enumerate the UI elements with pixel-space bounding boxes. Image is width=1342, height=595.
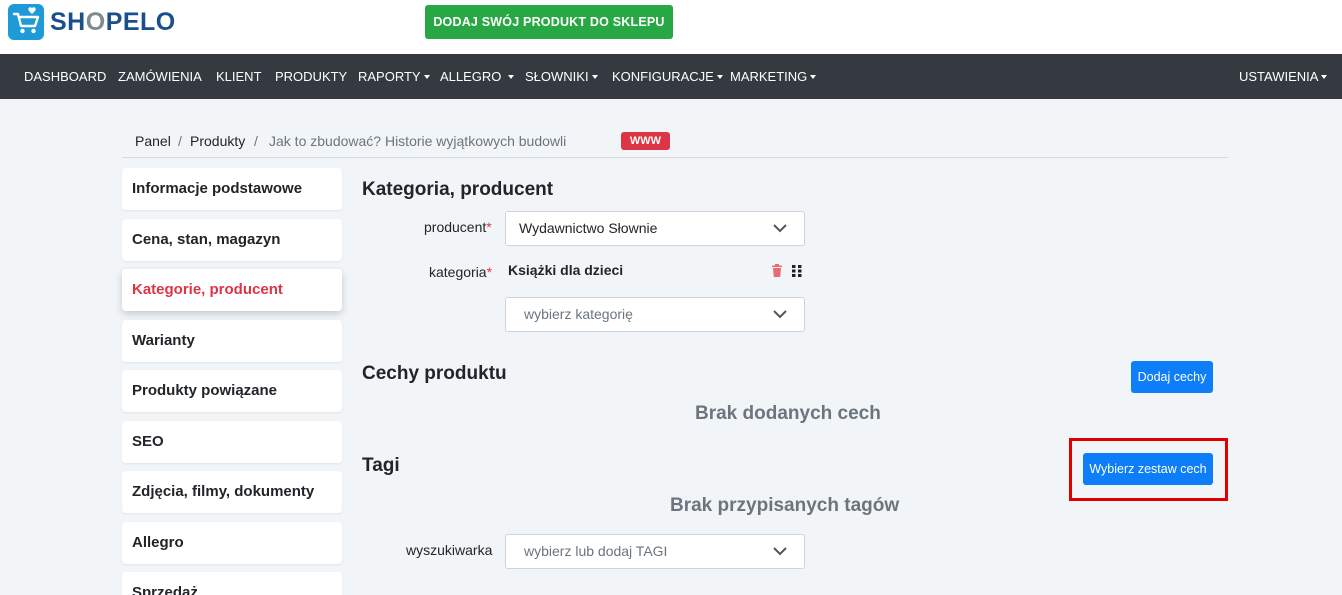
kategoria-select[interactable]: wybierz kategorię	[505, 297, 805, 332]
sidebar-item-informacje[interactable]: Informacje podstawowe	[122, 168, 342, 210]
nav-raporty[interactable]: RAPORTY	[358, 54, 430, 99]
caret-down-icon	[423, 75, 430, 79]
nav-marketing[interactable]: MARKETING	[730, 54, 817, 99]
nav-klient[interactable]: KLIENT	[216, 54, 262, 99]
caret-down-icon	[1321, 75, 1328, 79]
sidebar-item-label: Informacje podstawowe	[132, 180, 303, 197]
sidebar-item-label: Sprzedaż	[132, 584, 198, 595]
nav-allegro[interactable]: ALLEGRO	[440, 54, 515, 99]
trash-icon[interactable]	[771, 264, 783, 277]
caret-down-icon	[508, 75, 515, 79]
brand-name: SHOPELO	[50, 7, 176, 36]
sidebar-item-label: Cena, stan, magazyn	[132, 231, 281, 248]
sidebar-item-label: Warianty	[132, 332, 195, 349]
nav-ustawienia[interactable]: USTAWIENIA	[1239, 54, 1328, 99]
nav-produkty[interactable]: PRODUKTY	[275, 54, 347, 99]
nav-konfiguracje[interactable]: KONFIGURACJE	[612, 54, 723, 99]
add-features-button[interactable]: Dodaj cechy	[1131, 361, 1213, 393]
kategoria-label: kategoria*	[429, 264, 493, 280]
section-title-kategoria: Kategoria, producent	[362, 179, 554, 200]
sidebar-item-warianty[interactable]: Warianty	[122, 320, 342, 362]
nav-zamowienia[interactable]: ZAMÓWIENIA	[118, 54, 202, 99]
add-product-to-store-button[interactable]: DODAJ SWÓJ PRODUKT DO SKLEPU	[425, 5, 673, 39]
drag-grip-icon[interactable]	[792, 265, 802, 277]
sidebar-item-label: Kategorie, producent	[132, 281, 283, 298]
chevron-down-icon	[773, 310, 787, 319]
caret-down-icon	[716, 75, 723, 79]
sidebar-item-label: Zdjęcia, filmy, dokumenty	[132, 483, 315, 500]
sidebar-item-label: SEO	[132, 433, 164, 450]
sidebar-item-sprzedaz[interactable]: Sprzedaż	[122, 572, 342, 595]
sidebar-item-label: Allegro	[132, 534, 184, 551]
section-title-tagi: Tagi	[362, 455, 400, 476]
shopelo-logo[interactable]: SHOPELO	[8, 4, 176, 40]
caret-down-icon	[591, 75, 598, 79]
www-badge[interactable]: WWW	[621, 132, 670, 150]
choose-feature-set-button[interactable]: Wybierz zestaw cech	[1083, 453, 1213, 485]
top-bar: SHOPELO DODAJ SWÓJ PRODUKT DO SKLEPU	[0, 0, 1342, 54]
nav-slowniki[interactable]: SŁOWNIKI	[525, 54, 598, 99]
caret-down-icon	[810, 75, 817, 79]
cart-logo-icon	[8, 4, 44, 40]
no-tags-text: Brak przypisanych tagów	[670, 495, 900, 516]
selected-category: Książki dla dzieci	[508, 262, 624, 278]
sidebar-item-powiazane[interactable]: Produkty powiązane	[122, 370, 342, 412]
sidebar-item-zdjecia[interactable]: Zdjęcia, filmy, dokumenty	[122, 471, 342, 513]
sidebar-item-seo[interactable]: SEO	[122, 421, 342, 463]
sidebar-item-allegro[interactable]: Allegro	[122, 522, 342, 564]
chevron-down-icon	[773, 547, 787, 556]
breadcrumb-separator: /	[178, 133, 182, 149]
sidebar-item-kategorie[interactable]: Kategorie, producent	[122, 269, 342, 311]
main-navbar: DASHBOARD ZAMÓWIENIA KLIENT PRODUKTY RAP…	[0, 54, 1342, 99]
sidebar-item-cena[interactable]: Cena, stan, magazyn	[122, 219, 342, 261]
chevron-down-icon	[773, 224, 787, 233]
no-features-text: Brak dodanych cech	[695, 403, 881, 424]
sidebar-item-label: Produkty powiązane	[132, 382, 278, 399]
section-title-cechy: Cechy produktu	[362, 363, 507, 384]
tags-placeholder: wybierz lub dodaj TAGI	[524, 543, 668, 559]
producent-value: Wydawnictwo Słownie	[519, 220, 658, 236]
nav-dashboard[interactable]: DASHBOARD	[24, 54, 106, 99]
breadcrumb-separator: /	[254, 133, 258, 149]
breadcrumb-produkty[interactable]: Produkty	[190, 133, 245, 149]
breadcrumb: Panel / Produkty / Jak to zbudować? Hist…	[122, 126, 1228, 158]
breadcrumb-panel[interactable]: Panel	[135, 133, 171, 149]
search-label: wyszukiwarka	[406, 542, 493, 558]
producent-label: producent*	[424, 219, 492, 235]
kategoria-placeholder: wybierz kategorię	[524, 306, 633, 322]
tags-search-select[interactable]: wybierz lub dodaj TAGI	[505, 534, 805, 569]
breadcrumb-current: Jak to zbudować? Historie wyjątkowych bu…	[269, 133, 567, 149]
producent-select[interactable]: Wydawnictwo Słownie	[505, 211, 805, 246]
